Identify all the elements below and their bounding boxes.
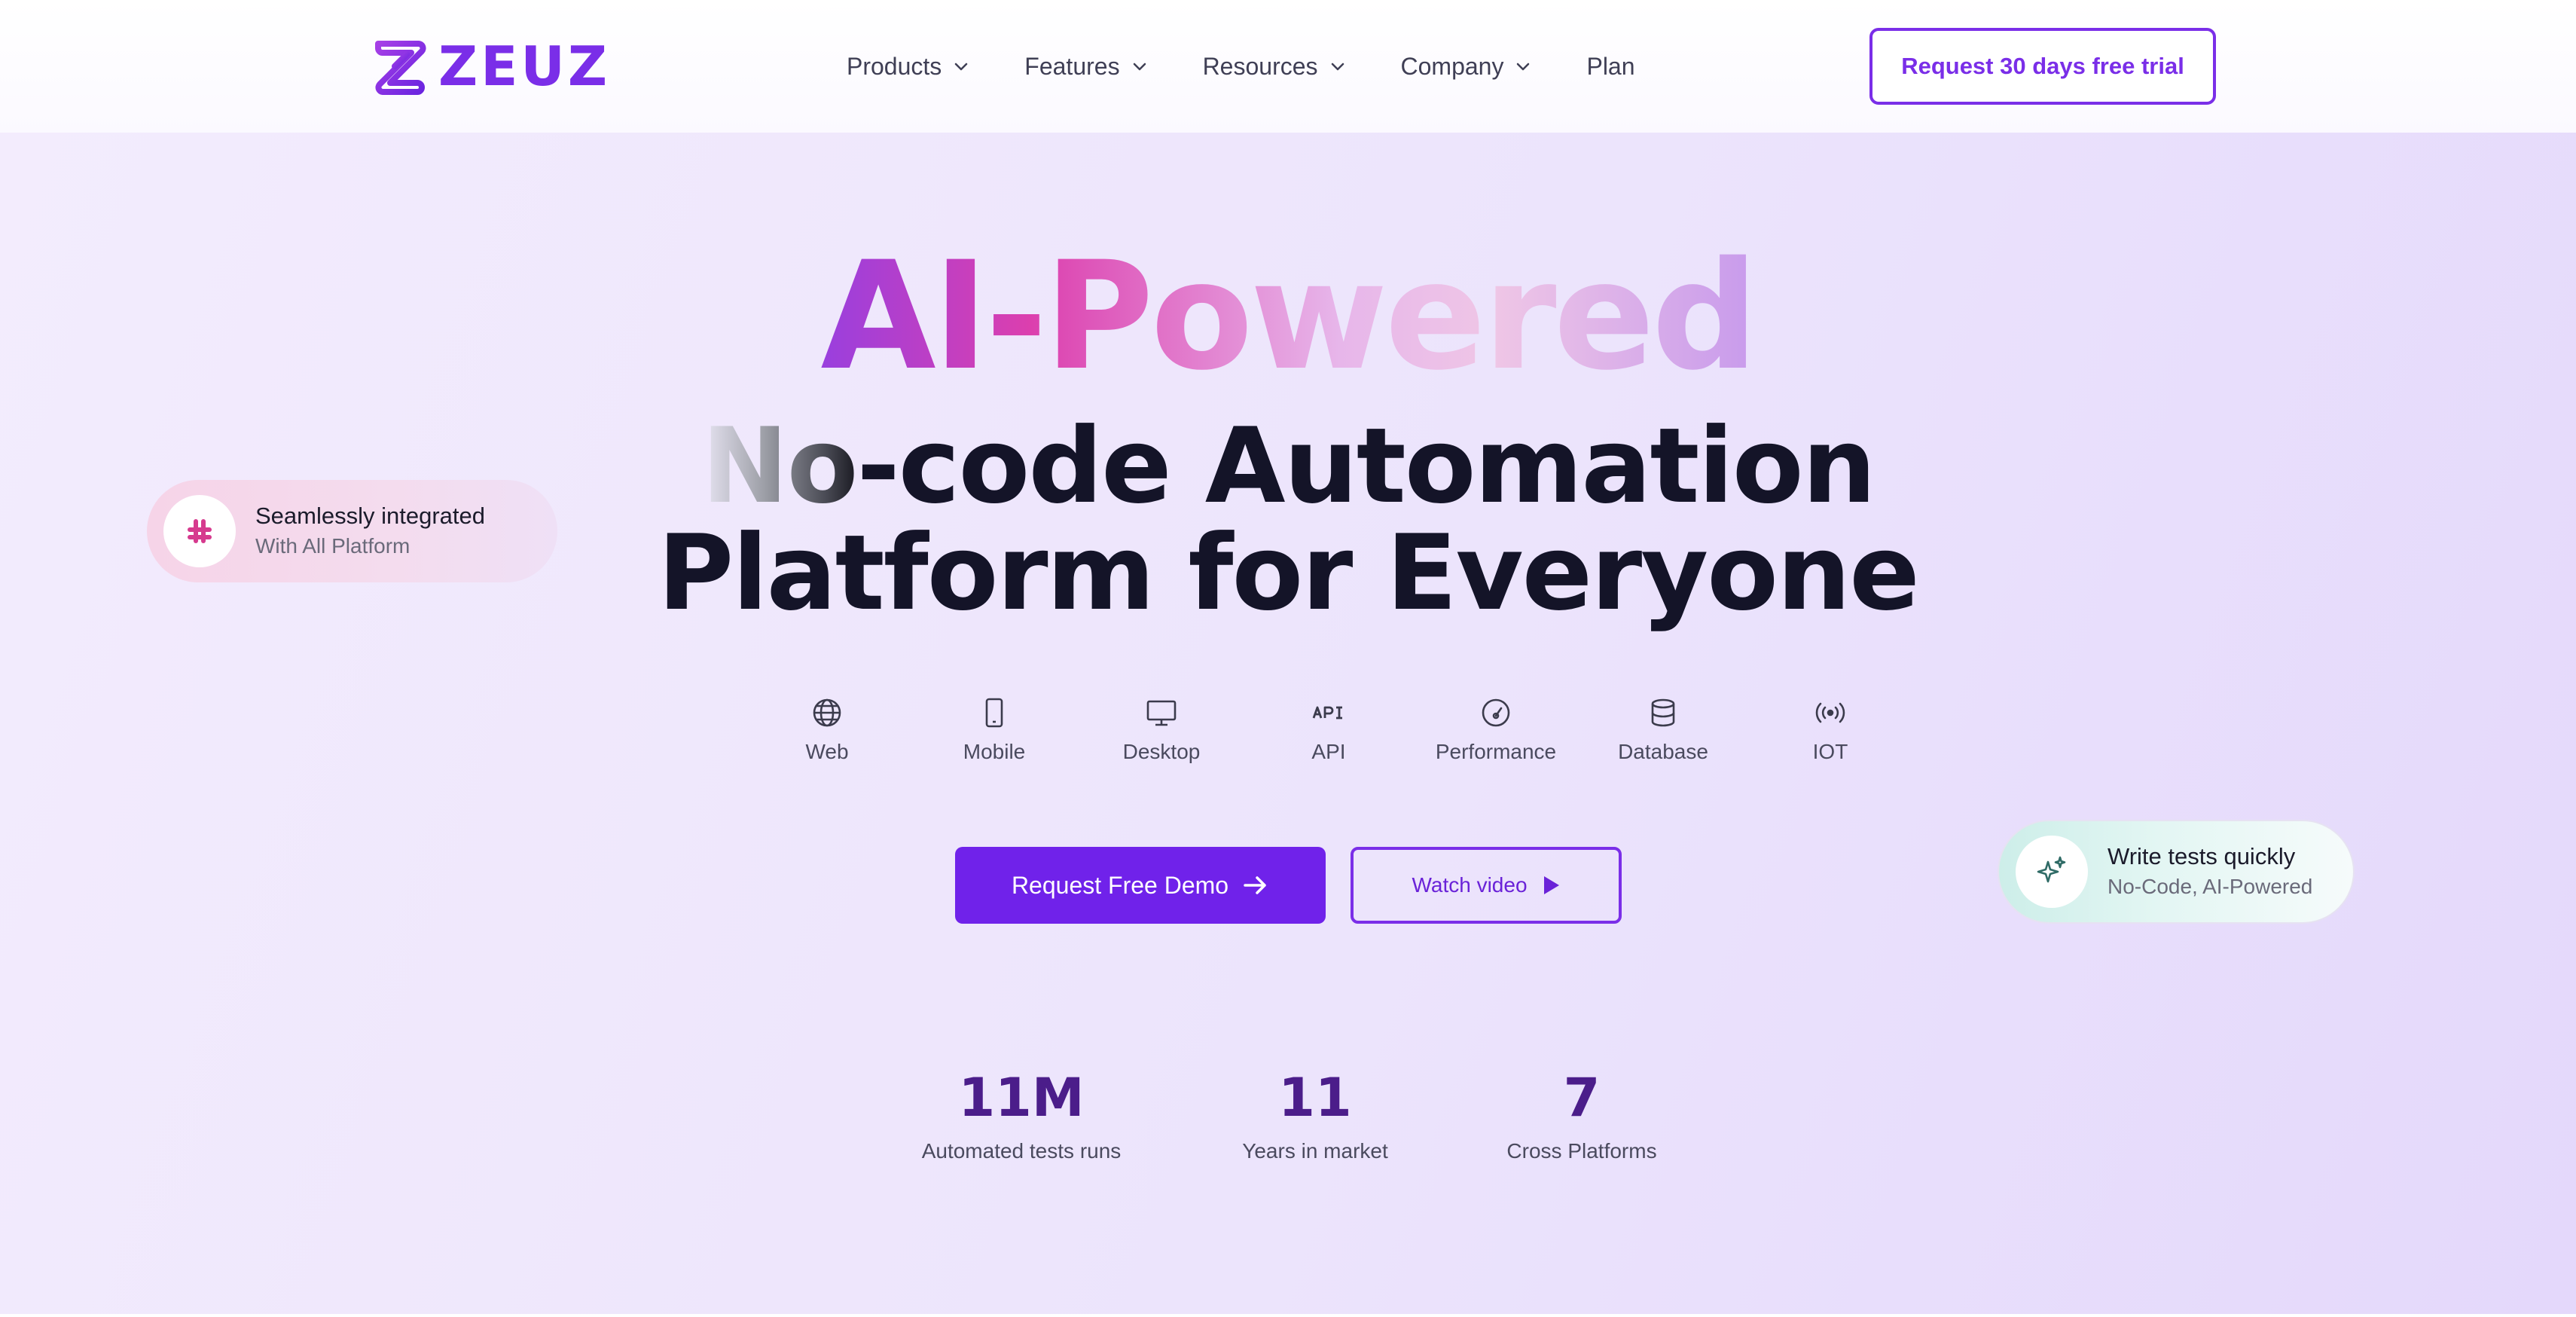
subheadline-faded-word: No <box>701 405 858 527</box>
platform-mobile[interactable]: Mobile <box>911 695 1078 764</box>
platform-label: API <box>1311 740 1346 763</box>
quick-tests-card-title: Write tests quickly <box>2107 843 2296 869</box>
broadcast-icon <box>1812 695 1848 731</box>
hero-headline: AI-Powered <box>0 234 2576 399</box>
nav-item-plan[interactable]: Plan <box>1586 53 1634 81</box>
nav-item-products[interactable]: Products <box>847 53 970 81</box>
main-nav: Products Features Resources Company Plan <box>847 44 1635 89</box>
stat-label: Automated tests runs <box>921 1139 1122 1163</box>
request-demo-label: Request Free Demo <box>1011 871 1229 899</box>
chevron-down-icon <box>1133 63 1146 71</box>
request-trial-button[interactable]: Request 30 days free trial <box>1869 28 2216 105</box>
nav-item-company[interactable]: Company <box>1401 53 1533 81</box>
slack-icon <box>163 495 236 567</box>
integration-card-title: Seamlessly integrated <box>255 503 485 529</box>
platform-web[interactable]: Web <box>743 695 911 764</box>
sparkles-icon <box>2016 836 2088 908</box>
platform-label: IOT <box>1812 740 1848 763</box>
database-icon <box>1645 695 1681 731</box>
chevron-down-icon <box>955 63 968 71</box>
nav-item-label: Company <box>1400 52 1504 80</box>
nav-item-label: Products <box>847 52 942 80</box>
platform-database[interactable]: Database <box>1579 695 1747 764</box>
request-demo-button[interactable]: Request Free Demo <box>955 847 1326 924</box>
stat-platforms: 7 Cross Platforms <box>1502 1064 1662 1163</box>
watch-video-label: Watch video <box>1412 873 1528 897</box>
platform-label: Web <box>805 740 849 763</box>
nav-item-label: Features <box>1024 52 1120 80</box>
mobile-phone-icon <box>976 695 1012 731</box>
site-header: ZEUZ Products Features Resources Company… <box>0 0 2576 133</box>
stat-value: 7 <box>1563 1067 1601 1129</box>
monitor-icon <box>1143 695 1180 731</box>
quick-tests-card-subtitle: No-Code, AI-Powered <box>2107 875 2313 898</box>
gauge-icon <box>1478 695 1514 731</box>
nav-item-features[interactable]: Features <box>1024 53 1148 81</box>
integration-card: Seamlessly integrated With All Platform <box>147 480 557 582</box>
play-icon <box>1543 876 1559 894</box>
nav-item-label: Plan <box>1586 52 1635 80</box>
subheadline-line-1-rest: -code Automation <box>856 405 1876 527</box>
watch-video-button[interactable]: Watch video <box>1351 847 1622 924</box>
chevron-down-icon <box>1517 63 1530 71</box>
platform-label: Database <box>1618 740 1708 763</box>
stat-tests-run: 11M Automated tests runs <box>917 1064 1125 1163</box>
platform-label: Desktop <box>1122 740 1201 763</box>
brand-name: ZEUZ <box>438 35 611 98</box>
quick-tests-card: Write tests quickly No-Code, AI-Powered <box>1998 820 2355 924</box>
integration-card-text: Seamlessly integrated With All Platform <box>255 501 485 561</box>
quick-tests-card-text: Write tests quickly No-Code, AI-Powered <box>2107 842 2312 902</box>
stat-value: 11 <box>1278 1067 1352 1129</box>
arrow-right-icon <box>1244 876 1266 894</box>
integration-card-subtitle: With All Platform <box>255 534 411 558</box>
platform-iot[interactable]: IOT <box>1747 695 1914 764</box>
stat-value: 11M <box>958 1067 1085 1129</box>
api-icon <box>1311 695 1347 731</box>
platform-label: Performance <box>1435 740 1557 763</box>
zeuz-logo-mark-icon <box>375 41 426 95</box>
brand-logo[interactable]: ZEUZ <box>372 35 610 98</box>
platform-api[interactable]: API <box>1245 695 1412 764</box>
stat-label: Cross Platforms <box>1506 1139 1657 1163</box>
stat-label: Years in market <box>1242 1139 1388 1163</box>
platform-performance[interactable]: Performance <box>1412 695 1579 764</box>
section-divider <box>0 1314 2576 1317</box>
stat-years: 11 Years in market <box>1235 1064 1395 1163</box>
nav-item-resources[interactable]: Resources <box>1203 53 1347 81</box>
platform-desktop[interactable]: Desktop <box>1078 695 1245 764</box>
platform-list: Web Mobile Desktop API Performance Datab… <box>743 695 1914 764</box>
nav-item-label: Resources <box>1202 52 1318 80</box>
globe-icon <box>809 695 845 731</box>
platform-label: Mobile <box>963 740 1026 763</box>
chevron-down-icon <box>1331 63 1344 71</box>
